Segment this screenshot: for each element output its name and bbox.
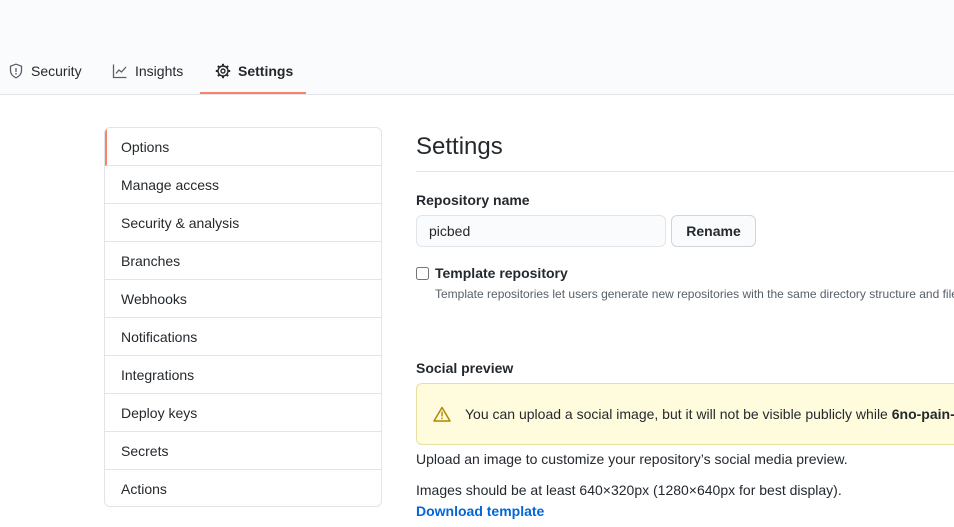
download-template-link[interactable]: Download template — [416, 503, 544, 519]
sidebar-item-actions[interactable]: Actions — [105, 470, 381, 506]
tab-settings-label: Settings — [238, 63, 294, 79]
sidebar-item-branches[interactable]: Branches — [105, 242, 381, 280]
tab-security[interactable]: Security — [0, 50, 90, 92]
sidebar-item-secrets[interactable]: Secrets — [105, 432, 381, 470]
template-repository-label[interactable]: Template repository — [435, 265, 568, 281]
warning-message: You can upload a social image, but it wi… — [465, 406, 888, 422]
tab-insights-label: Insights — [135, 63, 184, 79]
gear-icon — [215, 63, 231, 79]
template-repository-checkbox[interactable] — [416, 266, 429, 280]
repo-name-label: Repository name — [416, 192, 530, 208]
tab-security-label: Security — [31, 63, 82, 79]
sidebar-item-manage-access[interactable]: Manage access — [105, 166, 381, 204]
tab-settings[interactable]: Settings — [207, 50, 301, 92]
sidebar-item-security-analysis[interactable]: Security & analysis — [105, 204, 381, 242]
graph-icon — [112, 64, 127, 79]
rename-button[interactable]: Rename — [671, 215, 756, 247]
warning-repo-name: 6no-pain- — [891, 406, 954, 422]
social-preview-warning-text: You can upload a social image, but it wi… — [465, 406, 954, 422]
alert-icon — [433, 406, 451, 422]
sidebar-item-options[interactable]: Options — [105, 128, 381, 166]
template-repository-note: Template repositories let users generate… — [435, 287, 954, 301]
repo-header: Security Insights Settings — [0, 0, 954, 95]
upload-description: Upload an image to customize your reposi… — [416, 451, 848, 467]
social-preview-label: Social preview — [416, 360, 514, 376]
sidebar-item-webhooks[interactable]: Webhooks — [105, 280, 381, 318]
tab-insights[interactable]: Insights — [104, 50, 191, 92]
sidebar-item-deploy-keys[interactable]: Deploy keys — [105, 394, 381, 432]
shield-icon — [9, 63, 23, 79]
sidebar-item-integrations[interactable]: Integrations — [105, 356, 381, 394]
page-title: Settings — [416, 127, 954, 172]
repo-name-input[interactable] — [416, 215, 666, 247]
image-size-note: Images should be at least 640×320px (128… — [416, 482, 842, 498]
selected-tab-underline — [200, 92, 306, 94]
settings-main: Settings Repository name Rename Template… — [416, 127, 954, 519]
template-repository-row: Template repository — [416, 265, 568, 281]
social-preview-warning: You can upload a social image, but it wi… — [416, 383, 954, 445]
sidebar-item-notifications[interactable]: Notifications — [105, 318, 381, 356]
settings-sidebar-menu: Options Manage access Security & analysi… — [104, 127, 382, 507]
